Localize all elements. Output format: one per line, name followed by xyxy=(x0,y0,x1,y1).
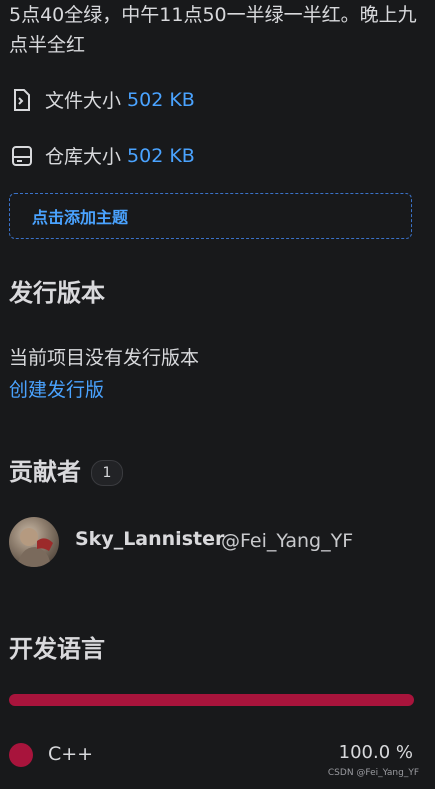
file-size-label: 文件大小 xyxy=(45,90,122,112)
add-topic-button[interactable]: 点击添加主题 xyxy=(9,193,412,239)
contributor-name[interactable]: Sky_Lannister xyxy=(75,528,224,550)
language-name: C++ xyxy=(48,743,94,765)
file-size-row: 文件大小 502 KB xyxy=(9,86,195,113)
repo-size-value: 502 KB xyxy=(127,144,195,167)
repo-size-row: 仓库大小 502 KB xyxy=(9,142,195,169)
releases-empty-text: 当前项目没有发行版本 xyxy=(9,347,200,369)
avatar[interactable] xyxy=(9,517,59,567)
file-code-icon xyxy=(9,87,35,113)
watermark: CSDN @Fei_Yang_YF xyxy=(327,768,419,778)
repo-size-label: 仓库大小 xyxy=(45,146,122,168)
contributors-heading: 贡献者 1 xyxy=(9,452,123,487)
releases-heading: 发行版本 xyxy=(9,279,105,307)
contributors-count-badge: 1 xyxy=(91,460,123,486)
contributors-heading-label: 贡献者 xyxy=(9,458,81,486)
create-release-link[interactable]: 创建发行版 xyxy=(9,375,104,402)
repo-description: 5点40全绿，中午11点50一半绿一半红。晚上九点半全红 xyxy=(9,4,417,56)
language-percent: 100.0 % xyxy=(338,742,413,763)
language-bar xyxy=(9,694,414,706)
storage-icon xyxy=(9,143,35,169)
file-size-value: 502 KB xyxy=(127,88,195,111)
languages-heading: 开发语言 xyxy=(9,635,105,663)
language-color-dot xyxy=(9,743,33,767)
contributor-handle[interactable]: @Fei_Yang_YF xyxy=(221,530,353,552)
